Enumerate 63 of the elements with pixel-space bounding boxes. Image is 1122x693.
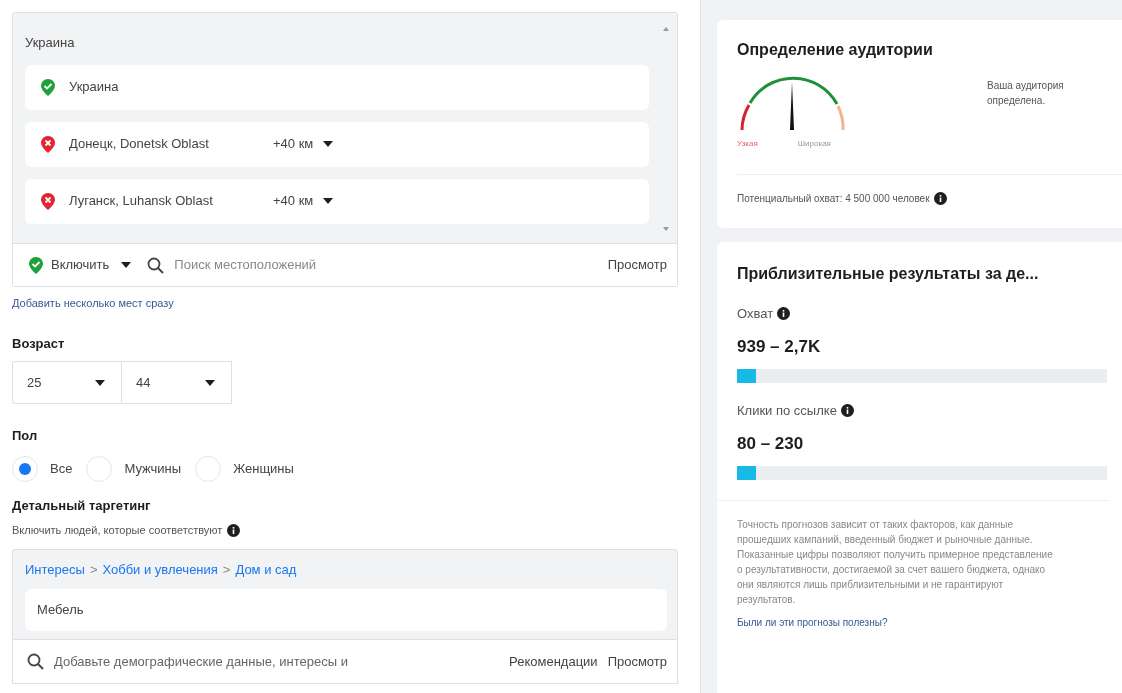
gender-radio[interactable]: Все	[12, 455, 73, 482]
metric-value: 80 – 230	[737, 432, 805, 455]
caret-icon	[323, 141, 334, 147]
gender-radio[interactable]: Мужчины	[86, 455, 182, 482]
radius-dropdown[interactable]: +40 км	[273, 191, 334, 211]
audience-status: Ваша аудитория определена.	[987, 79, 1065, 108]
excluded-pin-icon	[41, 192, 55, 210]
breadcrumb-separator: >	[89, 560, 98, 579]
card-title: Определение аудитории	[737, 40, 934, 60]
breadcrumb-link[interactable]: Дом и сад	[235, 559, 297, 579]
suggestions-button[interactable]: Рекомендации	[509, 651, 598, 672]
interest-item[interactable]: Мебель	[25, 589, 667, 631]
add-multiple-link[interactable]: Добавить несколько мест сразу	[12, 295, 174, 312]
radius-dropdown[interactable]: +40 км	[273, 134, 334, 154]
location-name: Украина	[69, 78, 120, 97]
group-title: Украина	[25, 34, 76, 52]
search-icon	[147, 256, 165, 274]
location-item[interactable]: Луганск, Luhansk Oblast +40 км	[25, 178, 649, 224]
section-label: Возраст	[12, 334, 66, 353]
location-item[interactable]: Украина	[25, 64, 649, 110]
metric-label: Клики по ссылке	[737, 402, 837, 420]
info-icon	[777, 307, 791, 321]
disclaimer-text: Точность прогнозов зависит от таких факторов, как данные прошедших кампаний, введенный бюджет и рыночные данные. Показанные цифры позволяют получить примерное представление о результативности, достигаемой за счет вашего бюджета, однако они являются лишь приблизительными и не гарантируют результатов.	[737, 518, 1054, 607]
scroll-up-icon	[663, 27, 669, 31]
breadcrumb-separator: >	[222, 560, 231, 579]
age-select[interactable]: 25	[12, 361, 122, 404]
gender-radio[interactable]: Женщины	[195, 455, 294, 482]
metric-value: 939 – 2,7K	[737, 335, 822, 358]
search-icon	[27, 653, 44, 670]
metric-label: Охват	[737, 305, 774, 323]
location-name: Донецк, Donetsk Oblast	[69, 135, 210, 154]
section-label: Детальный таргетинг	[12, 496, 152, 515]
location-name: Луганск, Luhansk Oblast	[69, 192, 214, 211]
breadcrumb-link[interactable]: Интересы	[25, 559, 85, 579]
age-select[interactable]: 44	[122, 361, 232, 404]
gauge-label: Широкая	[797, 138, 831, 150]
caret-icon	[323, 198, 334, 204]
section-label: Пол	[12, 427, 39, 445]
scroll-down-icon	[663, 227, 669, 231]
feedback-link[interactable]: Были ли эти прогнозы полезны?	[737, 615, 888, 630]
location-item[interactable]: Донецк, Donetsk Oblast +40 км	[25, 121, 649, 167]
section-subtitle: Включить людей, которые соответствуют	[12, 523, 223, 538]
info-icon	[933, 192, 947, 205]
browse-button[interactable]: Просмотр	[607, 255, 667, 275]
card-title: Приблизительные результаты за де...	[737, 264, 1040, 284]
included-pin-icon	[41, 78, 55, 96]
browse-button[interactable]: Просмотр	[607, 651, 667, 672]
radio-button[interactable]	[86, 455, 113, 482]
radio-button[interactable]	[195, 455, 222, 482]
include-dropdown[interactable]: Включить	[29, 255, 132, 275]
info-icon	[840, 404, 854, 418]
info-icon	[227, 523, 241, 537]
included-pin-icon	[29, 256, 43, 274]
radio-button[interactable]	[12, 455, 38, 482]
gauge-label: Узкая	[737, 138, 758, 150]
excluded-pin-icon	[41, 135, 55, 153]
caret-icon	[95, 379, 105, 386]
caret-icon	[205, 379, 215, 386]
targeting-search-bar[interactable]: Добавьте демографические данные, интересы и Рекомендации Просмотр	[12, 640, 678, 684]
potential-reach: Потенциальный охват: 4 500 000 человек	[737, 192, 930, 206]
caret-icon	[121, 262, 132, 268]
breadcrumb-link[interactable]: Хобби и увлечения	[102, 559, 218, 579]
location-search-field[interactable]: Поиск местоположений	[174, 255, 608, 275]
